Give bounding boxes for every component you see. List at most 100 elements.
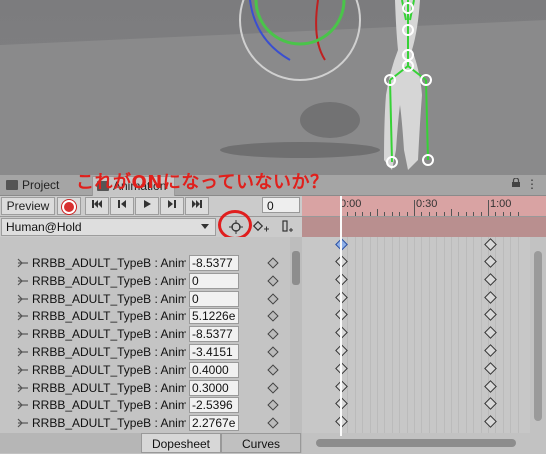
property-row[interactable]: RRBB_ADULT_TypeB : Anim 0.3000 xyxy=(0,379,290,397)
playhead[interactable] xyxy=(340,196,342,436)
keyframe-toggle-icon[interactable] xyxy=(267,328,279,340)
ruler-tick xyxy=(502,212,504,216)
keyframe-toggle-icon[interactable] xyxy=(267,257,279,269)
transform-icon xyxy=(17,400,28,410)
property-scrollbar[interactable] xyxy=(290,237,302,433)
transform-icon xyxy=(17,418,28,428)
ruler-tick xyxy=(421,212,423,216)
grid-line xyxy=(421,237,423,433)
property-value-field[interactable]: 0.4000 xyxy=(189,361,239,378)
tab-curves[interactable]: Curves xyxy=(221,433,301,453)
record-button[interactable] xyxy=(57,197,81,215)
keyframe-toggle-icon[interactable] xyxy=(267,364,279,376)
next-keyframe-button[interactable] xyxy=(160,197,184,215)
grid-line xyxy=(458,237,460,433)
grid-line xyxy=(377,237,378,433)
ruler-tick xyxy=(517,212,519,216)
scene-view[interactable] xyxy=(0,0,546,175)
add-event-icon xyxy=(282,220,293,232)
transform-icon xyxy=(17,365,28,375)
property-row[interactable]: RRBB_ADULT_TypeB : Anim 0 xyxy=(0,290,290,308)
scroll-thumb[interactable] xyxy=(316,439,516,447)
grid-line xyxy=(465,237,467,433)
property-value-field[interactable]: 2.2767e xyxy=(189,415,239,432)
timeline-ruler[interactable]: 0:00 0:30 1:00 xyxy=(302,196,546,217)
keyframe-toggle-icon[interactable] xyxy=(267,275,279,287)
keyframe-toggle-icon[interactable] xyxy=(267,399,279,412)
play-icon xyxy=(144,200,151,208)
property-value-field[interactable]: 5.1226e xyxy=(189,308,239,325)
first-keyframe-button[interactable] xyxy=(85,197,109,215)
property-row[interactable]: RRBB_ADULT_TypeB : Anim 5.1226e xyxy=(0,307,290,325)
property-row[interactable]: RRBB_ADULT_TypeB : Anim 0 xyxy=(0,272,290,290)
property-value-field[interactable]: -8.5377 xyxy=(189,326,239,343)
property-row[interactable]: RRBB_ADULT_TypeB : Anim -8.5377 xyxy=(0,254,290,272)
prev-key-icon xyxy=(118,200,126,208)
ruler-tick xyxy=(414,200,415,216)
ruler-tick xyxy=(347,212,349,216)
first-key-icon xyxy=(92,200,102,208)
lock-icon[interactable] xyxy=(512,178,520,187)
dopesheet-vertical-scrollbar[interactable] xyxy=(530,237,546,433)
property-row[interactable]: RRBB_ADULT_TypeB : Anim 0.4000 xyxy=(0,361,290,379)
ruler-tick xyxy=(362,212,364,216)
keyframe-toggle-icon[interactable] xyxy=(267,310,279,323)
keyframe-toggle-icon[interactable] xyxy=(267,292,279,305)
ruler-tick xyxy=(428,212,430,216)
property-name: RRBB_ADULT_TypeB : Anim xyxy=(32,291,186,306)
window-menu-icon[interactable]: ⋮ xyxy=(526,177,538,191)
property-name: RRBB_ADULT_TypeB : Anim xyxy=(32,362,186,377)
property-name: RRBB_ADULT_TypeB : Anim xyxy=(32,273,186,288)
record-icon xyxy=(62,200,76,214)
last-keyframe-button[interactable] xyxy=(185,197,209,215)
preview-button[interactable]: Preview xyxy=(1,197,55,215)
ruler-tick xyxy=(406,212,408,216)
ruler-tick xyxy=(465,212,467,216)
grid-line xyxy=(428,237,430,433)
tab-project-label: Project xyxy=(22,178,60,192)
transform-icon xyxy=(17,294,28,304)
keyframe-toggle-icon[interactable] xyxy=(267,417,279,429)
tab-project[interactable]: Project xyxy=(6,176,59,195)
property-list: RRBB_ADULT_TypeB : Anim -8.5377 RRBB_ADULT… xyxy=(0,237,290,433)
property-value-field[interactable]: 0 xyxy=(189,290,239,307)
timeline-horizontal-scrollbar[interactable] xyxy=(302,433,546,453)
transform-icon xyxy=(17,276,28,286)
grid-line xyxy=(391,237,393,433)
property-value-field[interactable]: 0 xyxy=(189,272,239,289)
grid-line xyxy=(517,237,519,433)
ruler-tick xyxy=(488,200,489,216)
grid-line xyxy=(502,237,504,433)
ruler-tick xyxy=(377,209,378,216)
property-value-field[interactable]: 0.3000 xyxy=(189,379,239,396)
add-keyframe-button[interactable] xyxy=(252,218,272,236)
play-button[interactable] xyxy=(135,197,159,215)
last-key-icon xyxy=(192,200,202,208)
property-value-field[interactable]: -2.5396 xyxy=(189,397,239,414)
summary-track xyxy=(302,217,546,237)
time-label-30: 0:30 xyxy=(416,198,438,210)
property-row[interactable]: RRBB_ADULT_TypeB : Anim -2.5396 xyxy=(0,396,290,414)
grid-line xyxy=(443,237,445,433)
add-event-button[interactable] xyxy=(280,218,298,236)
keyframe-toggle-icon[interactable] xyxy=(267,381,279,394)
tab-dopesheet[interactable]: Dopesheet xyxy=(141,433,221,453)
property-value-field[interactable]: -8.5377 xyxy=(189,255,239,271)
scroll-thumb[interactable] xyxy=(292,251,300,285)
folder-icon xyxy=(6,180,18,190)
clip-dropdown[interactable]: Human@Hold xyxy=(1,218,216,236)
previous-keyframe-button[interactable] xyxy=(110,197,134,215)
property-row[interactable]: RRBB_ADULT_TypeB : Anim 2.2767e xyxy=(0,414,290,432)
frame-field[interactable]: 0 xyxy=(262,197,300,213)
property-name: RRBB_ADULT_TypeB : Anim xyxy=(32,398,186,413)
property-row[interactable]: RRBB_ADULT_TypeB : Anim -8.5377 xyxy=(0,325,290,343)
dropdown-arrow-icon xyxy=(201,224,209,229)
grid-line xyxy=(510,237,512,433)
keyframe-toggle-icon[interactable] xyxy=(267,346,279,358)
scroll-thumb[interactable] xyxy=(534,251,542,421)
transform-icon xyxy=(17,383,28,393)
ruler-tick xyxy=(369,212,371,216)
property-row[interactable]: RRBB_ADULT_TypeB : Anim -3.4151 xyxy=(0,343,290,361)
property-value-field[interactable]: -3.4151 xyxy=(189,344,239,360)
time-label-60: 1:00 xyxy=(490,198,512,210)
